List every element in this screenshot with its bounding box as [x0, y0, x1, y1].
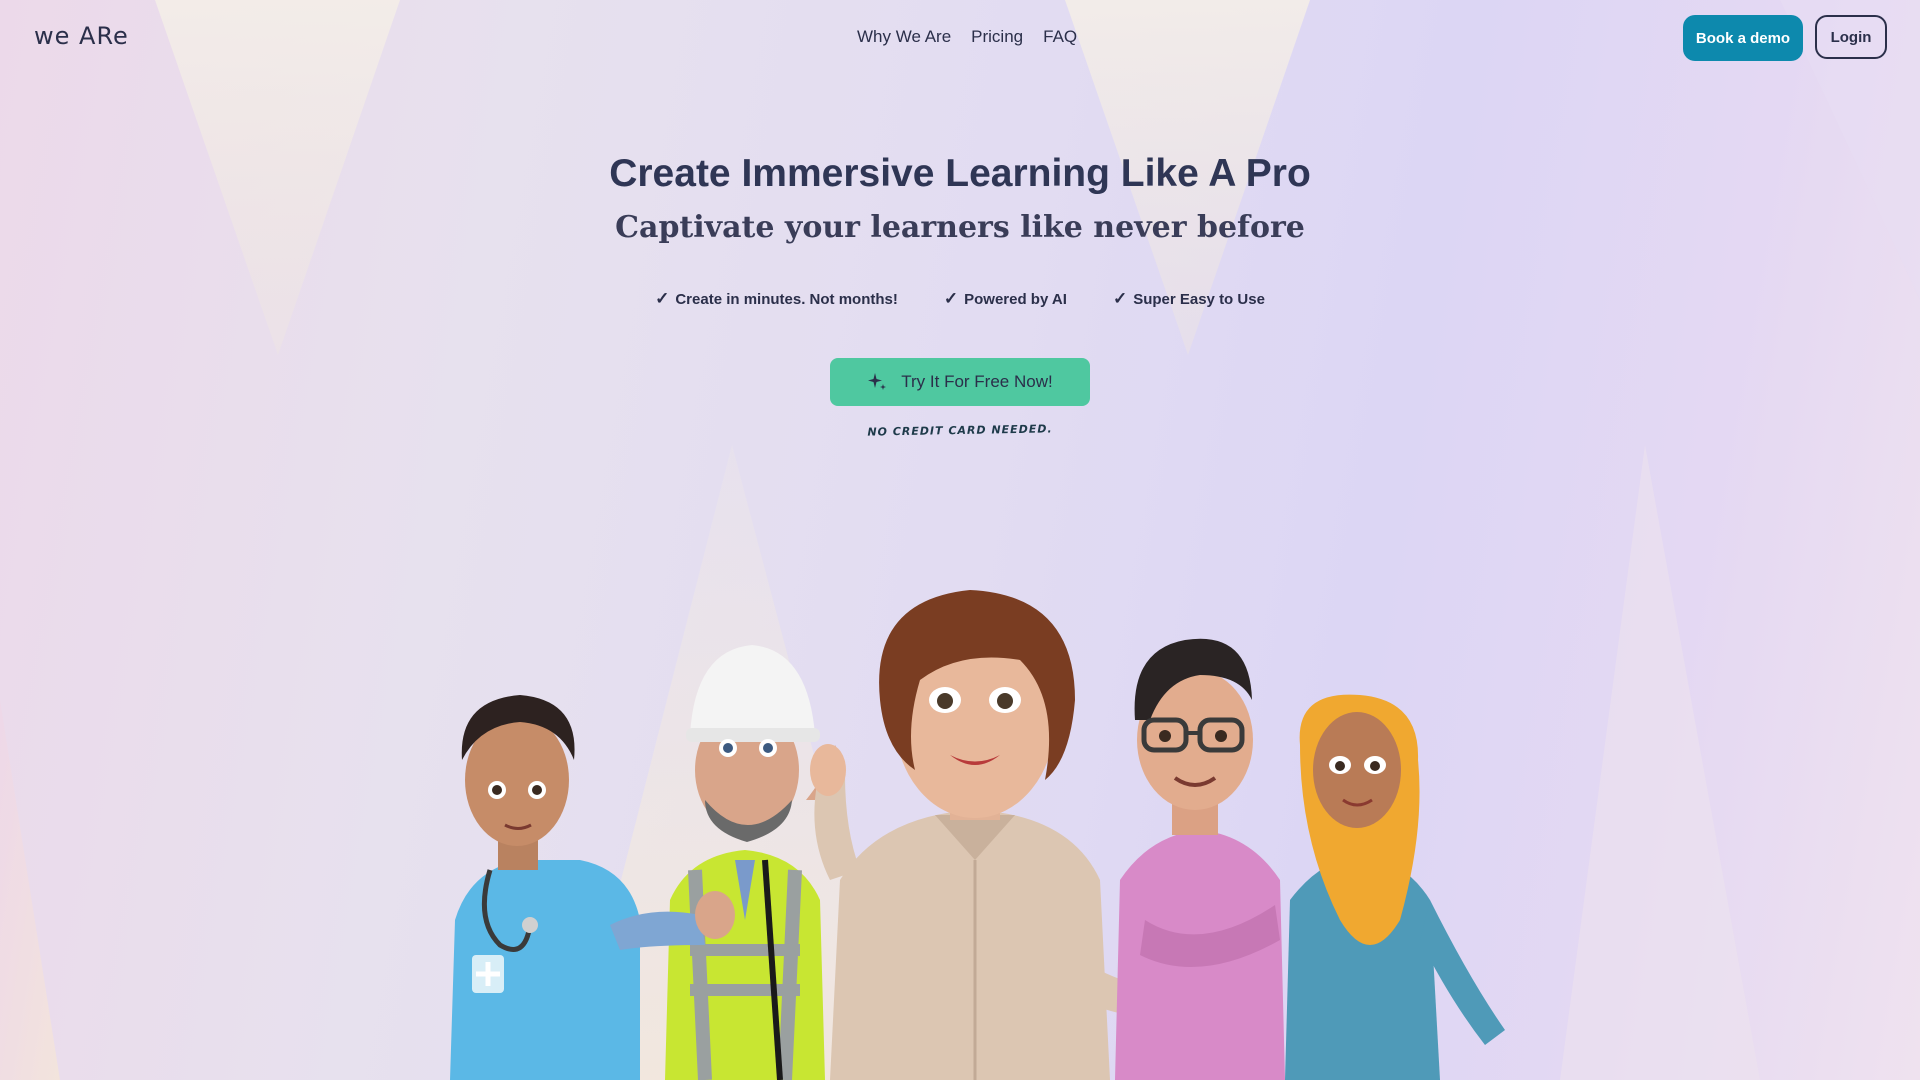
- brand-logo[interactable]: we ARe: [34, 22, 129, 50]
- feature-list: ✓ Create in minutes. Not months! ✓ Power…: [0, 289, 1920, 309]
- check-icon: ✓: [1112, 289, 1128, 308]
- feature-label: Create in minutes. Not months!: [675, 290, 898, 308]
- woman-in-hijab-character: [1285, 694, 1505, 1080]
- sparkle-icon: [868, 373, 887, 390]
- characters-illustration: [450, 590, 1505, 1080]
- main-nav: Why We Are Pricing FAQ: [857, 27, 1077, 47]
- hero-subtitle: Captivate your learners like never befor…: [615, 210, 1305, 245]
- feature-label: Powered by AI: [964, 290, 1067, 308]
- try-free-label: Try It For Free Now!: [901, 372, 1053, 391]
- login-button[interactable]: Login: [1815, 15, 1887, 59]
- feature-item: ✓ Powered by AI: [944, 289, 1067, 309]
- nurse-character: [450, 695, 640, 1080]
- check-icon: ✓: [655, 289, 670, 308]
- feature-item: ✓ Create in minutes. Not months!: [655, 289, 898, 309]
- feature-item: ✓ Super Easy to Use: [1113, 289, 1265, 309]
- check-icon: ✓: [943, 289, 959, 308]
- feature-label: Super Easy to Use: [1133, 290, 1265, 308]
- nav-link-why-we-are[interactable]: Why We Are: [857, 27, 951, 47]
- site-header: we ARe Why We Are Pricing FAQ Book a dem…: [0, 0, 1920, 76]
- man-with-glasses-character: [1115, 638, 1285, 1080]
- nav-link-faq[interactable]: FAQ: [1043, 27, 1077, 47]
- book-demo-button[interactable]: Book a demo: [1683, 15, 1803, 61]
- hero-title: Create Immersive Learning Like A Pro: [609, 152, 1311, 195]
- try-free-button[interactable]: Try It For Free Now!: [830, 358, 1090, 406]
- nav-link-pricing[interactable]: Pricing: [971, 27, 1023, 47]
- construction-worker-character: [610, 645, 842, 1080]
